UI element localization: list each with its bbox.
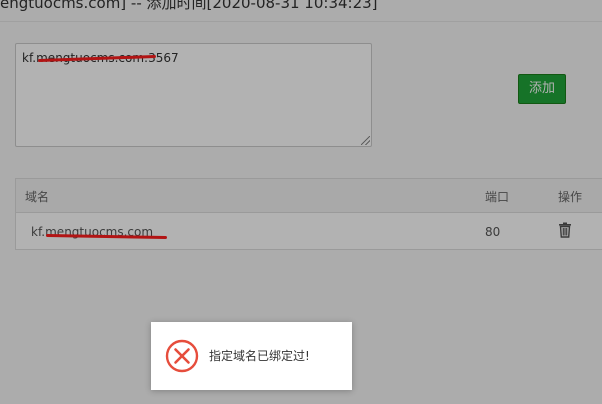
toast-message: 指定域名已绑定过! [209,349,310,363]
error-toast: 指定域名已绑定过! [151,322,352,390]
error-circle-x-icon [165,339,199,373]
